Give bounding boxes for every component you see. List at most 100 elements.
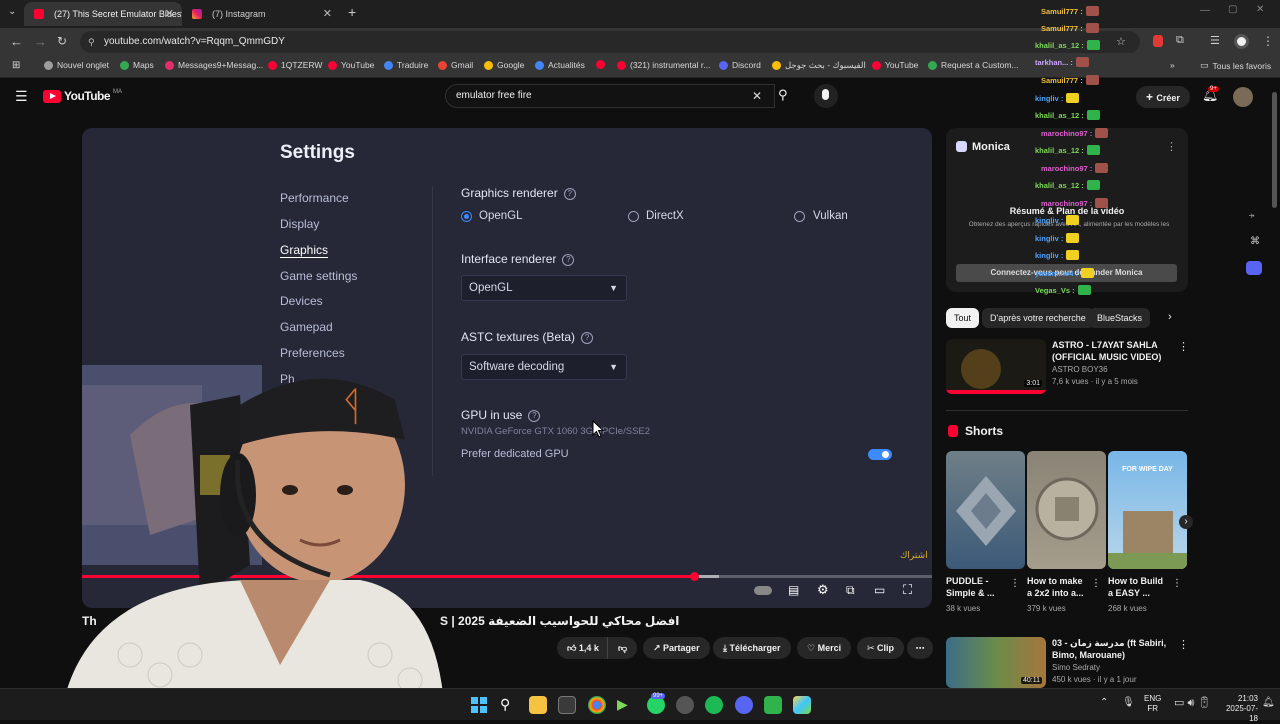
astc-textures-select[interactable]: Software decoding ▼ bbox=[461, 354, 627, 380]
settings-gear-icon[interactable]: ⚙ bbox=[817, 582, 829, 598]
chip-bluestacks[interactable]: BlueStacks bbox=[1089, 308, 1151, 328]
hamburger-menu-icon[interactable]: ☰ bbox=[15, 88, 28, 105]
video-thumbnail[interactable]: 40:11 bbox=[946, 637, 1046, 688]
new-tab-icon[interactable]: + bbox=[348, 4, 356, 20]
search-button[interactable]: ⚲ bbox=[775, 84, 797, 108]
bookmark-news[interactable]: Actualités bbox=[535, 60, 585, 70]
back-icon[interactable]: ← bbox=[10, 34, 23, 49]
tray-chevron-icon[interactable]: ⌃ bbox=[1100, 697, 1108, 708]
bookmark-maps[interactable]: Maps bbox=[120, 60, 154, 70]
tab-search-icon[interactable]: ⌄ bbox=[8, 6, 16, 17]
theater-mode-icon[interactable]: ▭ bbox=[874, 583, 885, 597]
more-bookmarks-icon[interactable]: » bbox=[1170, 60, 1175, 70]
shorts-next-icon[interactable]: › bbox=[1179, 515, 1193, 529]
radio-opengl[interactable] bbox=[461, 211, 472, 222]
url-field[interactable]: ⚲ youtube.com/watch?v=Rqqm_QmmGDY ☆ bbox=[80, 31, 1140, 53]
clear-search-icon[interactable]: ✕ bbox=[752, 85, 762, 107]
bluestacks-icon[interactable] bbox=[793, 696, 811, 714]
help-icon[interactable]: ? bbox=[581, 332, 594, 344]
extension-icon[interactable] bbox=[1153, 35, 1163, 47]
settings-nav-gamepad[interactable]: Gamepad bbox=[280, 320, 333, 334]
close-tab-icon[interactable]: ✕ bbox=[165, 7, 174, 20]
minimize-icon[interactable]: — bbox=[1200, 5, 1210, 16]
account-avatar[interactable] bbox=[1233, 87, 1253, 107]
notification-center-icon[interactable]: 🔔︎ bbox=[1262, 697, 1275, 708]
thanks-button[interactable]: ♡ Merci bbox=[797, 637, 852, 659]
short-menu-icon[interactable]: ⋮ bbox=[1010, 578, 1020, 589]
app-icon[interactable] bbox=[676, 696, 694, 714]
spreadsheet-icon[interactable] bbox=[764, 696, 782, 714]
windows-search-icon[interactable]: ⚲ bbox=[500, 696, 518, 714]
bookmark-youtube-2[interactable]: YouTube bbox=[872, 60, 918, 70]
tray-mic-icon[interactable]: 🎙︎ bbox=[1122, 697, 1135, 708]
short-title[interactable]: How to make a 2x2 into a... bbox=[1027, 575, 1089, 599]
language-indicator[interactable]: ENG FR bbox=[1144, 694, 1161, 714]
help-icon[interactable]: ? bbox=[563, 188, 576, 200]
close-window-icon[interactable]: ✕ bbox=[1256, 4, 1264, 15]
maximize-icon[interactable]: ▢ bbox=[1228, 4, 1237, 15]
chip-from-search[interactable]: D'après votre recherche bbox=[982, 308, 1094, 328]
download-button[interactable]: ⤓ Télécharger bbox=[713, 637, 791, 659]
extensions-puzzle-icon[interactable]: ⧉ bbox=[1176, 34, 1184, 47]
radio-vulkan[interactable] bbox=[794, 211, 805, 222]
autoplay-toggle[interactable] bbox=[754, 586, 772, 595]
short-thumbnail[interactable] bbox=[1027, 451, 1106, 569]
progress-scrubber[interactable] bbox=[690, 572, 699, 581]
bookmark-yt-unnamed[interactable] bbox=[596, 60, 605, 69]
bookmark-youtube[interactable]: YouTube bbox=[328, 60, 374, 70]
bookmark-translate[interactable]: Traduire bbox=[384, 60, 428, 70]
video-title[interactable]: ASTRO - L7AYAT SAHLA (OFFICIAL MUSIC VID… bbox=[1052, 339, 1172, 363]
translate-side-icon[interactable]: ⍆ bbox=[1248, 208, 1255, 223]
bookmark-discord[interactable]: Discord bbox=[719, 60, 761, 70]
settings-nav-graphics[interactable]: Graphics bbox=[280, 243, 328, 257]
chrome-icon[interactable] bbox=[588, 696, 606, 714]
bookmark-google[interactable]: Google bbox=[484, 60, 524, 70]
site-info-icon[interactable]: ⚲ bbox=[88, 31, 95, 53]
fullscreen-icon[interactable]: ⛶ bbox=[903, 582, 912, 598]
video-title[interactable]: 03 - مدرسة زمان (ft Sabiri, Bimo, Maroua… bbox=[1052, 637, 1174, 661]
spotify-icon[interactable] bbox=[705, 696, 723, 714]
radio-directx[interactable] bbox=[628, 211, 639, 222]
chip-all[interactable]: Tout bbox=[946, 308, 980, 328]
discord-side-icon[interactable] bbox=[1246, 261, 1262, 275]
youtube-logo[interactable]: YouTube MA bbox=[43, 89, 122, 103]
search-input[interactable]: emulator free fire ✕ bbox=[445, 84, 775, 108]
share-button[interactable]: ↗ Partager bbox=[643, 637, 710, 659]
clip-button[interactable]: ✂ Clip bbox=[857, 637, 905, 659]
settings-nav-display[interactable]: Display bbox=[280, 217, 319, 231]
settings-nav-performance[interactable]: Performance bbox=[280, 191, 349, 205]
like-button[interactable]: 👍︎ 1,4 k bbox=[557, 637, 607, 659]
more-actions-button[interactable]: ⋯ bbox=[907, 637, 933, 659]
start-menu-icon[interactable] bbox=[470, 696, 488, 714]
prefer-dedicated-gpu-toggle[interactable] bbox=[868, 449, 892, 460]
page-scrollbar[interactable] bbox=[1272, 92, 1277, 208]
subtitles-icon[interactable]: ▤ bbox=[788, 583, 799, 597]
video-menu-icon[interactable]: ⋮ bbox=[1178, 340, 1189, 353]
help-icon[interactable]: ? bbox=[528, 410, 541, 422]
reading-list-icon[interactable]: ☰ bbox=[1210, 34, 1220, 47]
video-channel[interactable]: ASTRO BOY36 bbox=[1052, 364, 1108, 375]
bookmark-gmail[interactable]: Gmail bbox=[438, 60, 473, 70]
chips-next-icon[interactable]: › bbox=[1168, 311, 1172, 323]
video-thumbnail[interactable]: 3:01 bbox=[946, 339, 1046, 394]
bookmark-facebook-search[interactable]: الفيسبوك - بحث جوجل bbox=[772, 60, 866, 71]
miniplayer-icon[interactable]: ⧉ bbox=[846, 583, 855, 598]
bookmark-new-tab[interactable]: Nouvel onglet bbox=[44, 60, 109, 70]
bookmark-1qtzerw[interactable]: 1QTZERW bbox=[268, 60, 322, 70]
discord-icon[interactable] bbox=[735, 696, 753, 714]
close-tab-icon[interactable]: ✕ bbox=[323, 7, 332, 20]
side-tool-icon[interactable]: ⌘ bbox=[1250, 236, 1260, 247]
short-title[interactable]: PUDDLE - Simple & ... bbox=[946, 575, 1008, 599]
profile-avatar-icon[interactable] bbox=[1234, 34, 1249, 49]
help-icon[interactable]: ? bbox=[562, 254, 575, 266]
store-icon[interactable] bbox=[558, 696, 576, 714]
play-store-icon[interactable]: ▶ bbox=[617, 696, 635, 714]
browser-menu-icon[interactable]: ⋮ bbox=[1262, 34, 1274, 48]
all-bookmarks[interactable]: ▭ Tous les favoris bbox=[1200, 60, 1271, 71]
monica-menu-icon[interactable]: ⋮ bbox=[1166, 140, 1177, 153]
short-menu-icon[interactable]: ⋮ bbox=[1172, 578, 1182, 589]
short-menu-icon[interactable]: ⋮ bbox=[1091, 578, 1101, 589]
interface-renderer-select[interactable]: OpenGL ▼ bbox=[461, 275, 627, 301]
dislike-button[interactable]: 👎︎ bbox=[607, 637, 638, 659]
reload-icon[interactable]: ↻ bbox=[57, 34, 67, 48]
